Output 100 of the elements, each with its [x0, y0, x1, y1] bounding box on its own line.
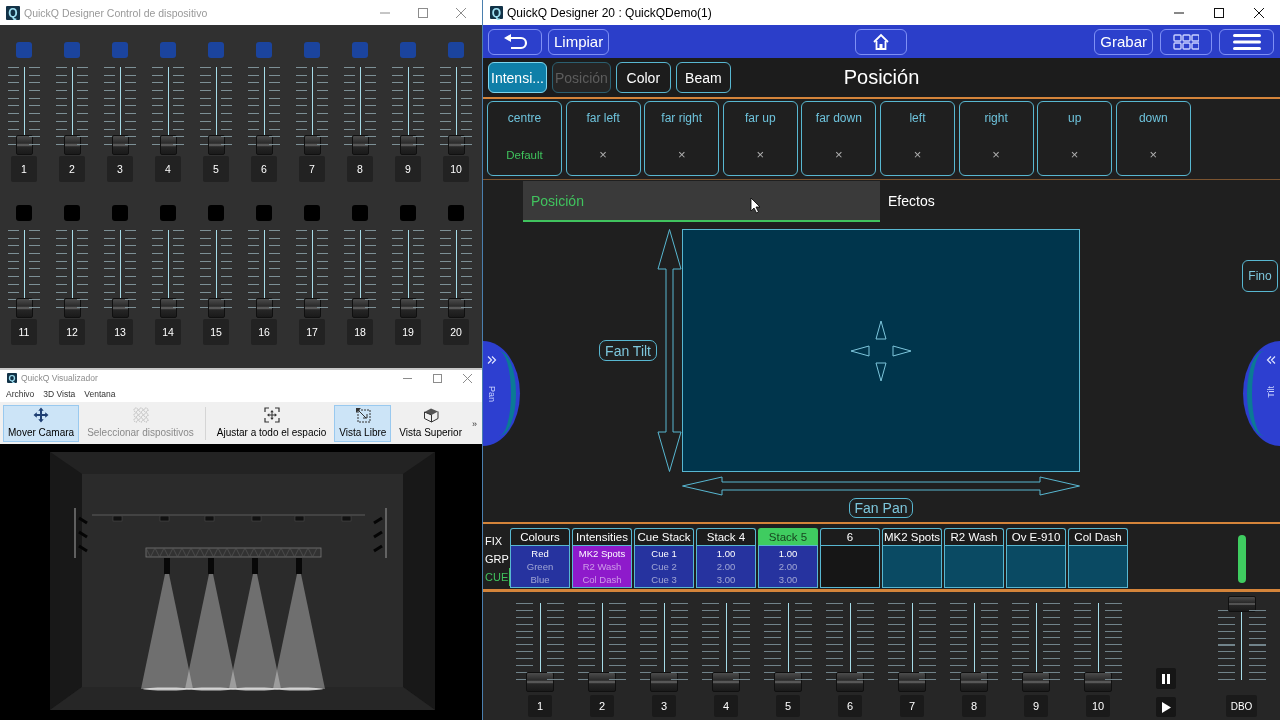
slot-title[interactable]: Stack 4 [696, 528, 756, 545]
preset-button[interactable]: right × [958, 101, 1034, 176]
slot-body[interactable] [1068, 545, 1128, 588]
fader-number: 2 [590, 695, 614, 717]
slot-body[interactable] [882, 545, 942, 588]
fader-thumb[interactable] [960, 672, 988, 692]
slot-body[interactable]: 1.00 2.00 3.00 [696, 545, 756, 588]
fader-thumb[interactable] [351, 135, 369, 155]
fader-thumb[interactable] [63, 298, 81, 318]
slot-title[interactable]: Col Dash [1068, 528, 1128, 545]
fader-thumb[interactable] [399, 298, 417, 318]
preset-button[interactable]: down × [1115, 101, 1191, 176]
slot-title[interactable]: Intensities [572, 528, 632, 545]
section-tab[interactable]: Efectos [880, 181, 1237, 222]
slot-title[interactable]: 6 [820, 528, 880, 545]
grid-button[interactable] [1160, 28, 1212, 55]
menu-item[interactable]: Archivo [6, 389, 35, 399]
slot-body[interactable]: Red Green Blue [510, 545, 570, 588]
fader-thumb[interactable] [303, 135, 321, 155]
maximize-icon[interactable] [1214, 7, 1224, 18]
slot-title[interactable]: Ov E-910 [1006, 528, 1066, 545]
slot-title[interactable]: Cue Stack [634, 528, 694, 545]
toolbar-button[interactable]: Vista Libre [334, 405, 392, 442]
fader-thumb[interactable] [303, 298, 321, 318]
toolbar-button[interactable]: Grabar [1094, 28, 1153, 55]
preset-button[interactable]: far left × [565, 101, 641, 176]
vertical-arrow-icon [657, 229, 682, 472]
preset-button[interactable]: left × [879, 101, 955, 176]
fader-thumb[interactable] [526, 672, 554, 692]
fader-thumb[interactable] [1227, 596, 1256, 612]
slot-body[interactable]: Cue 1 Cue 2 Cue 3 [634, 545, 694, 588]
fader-thumb[interactable] [898, 672, 926, 692]
fader-number: 6 [838, 695, 862, 717]
toolbar-button[interactable]: Vista Superior [394, 405, 467, 442]
slot-title[interactable]: Stack 5 [758, 528, 818, 545]
preset-button[interactable]: far up × [722, 101, 798, 176]
slot-title[interactable]: MK2 Spots [882, 528, 942, 545]
fader-thumb[interactable] [15, 298, 33, 318]
fader-thumb[interactable] [255, 298, 273, 318]
fader-thumb[interactable] [1022, 672, 1050, 692]
menu-item[interactable]: Ventana [84, 389, 116, 399]
slot-body[interactable]: MK2 Spots R2 Wash Col Dash [572, 545, 632, 588]
slot-title[interactable]: Colours [510, 528, 570, 545]
fader-thumb[interactable] [63, 135, 81, 155]
fan-tilt-button[interactable]: Fan Tilt [599, 340, 657, 361]
fader-thumb[interactable] [255, 135, 273, 155]
slot-body[interactable] [944, 545, 1004, 588]
menu-item[interactable]: 3D Vista [43, 389, 76, 399]
fader-number: 3 [652, 695, 676, 717]
toolbar-button[interactable]: Limpiar [548, 28, 610, 55]
fader-thumb[interactable] [159, 298, 177, 318]
feature-tab[interactable]: Beam [675, 62, 731, 93]
slot-body[interactable] [820, 545, 880, 588]
mode-tab[interactable]: GRP [485, 550, 510, 568]
fader-thumb[interactable] [836, 672, 864, 692]
tilt-wheel[interactable]: Tilt [1243, 341, 1280, 446]
fader-thumb[interactable] [447, 298, 465, 318]
fader-thumb[interactable] [351, 298, 369, 318]
slot-body[interactable]: 1.00 2.00 3.00 [758, 545, 818, 588]
fader-thumb[interactable] [447, 135, 465, 155]
preset-button[interactable]: centre Default [487, 101, 562, 176]
fader-thumb[interactable] [774, 672, 802, 692]
preset-value: Default [506, 148, 543, 162]
fader-thumb[interactable] [588, 672, 616, 692]
toolbar-button[interactable]: Ajustar a todo el espacio [211, 405, 332, 442]
close-icon[interactable] [1254, 7, 1264, 18]
channel-number: 9 [395, 156, 421, 182]
fine-button[interactable]: Fino [1242, 260, 1278, 292]
fader-thumb[interactable] [207, 135, 225, 155]
pan-wheel[interactable]: Pan [483, 341, 520, 446]
pause-button[interactable] [1156, 668, 1176, 689]
home-button[interactable] [855, 28, 907, 55]
pause-icon [1162, 673, 1170, 684]
preset-button[interactable]: far down × [801, 101, 877, 176]
fader-thumb[interactable] [159, 135, 177, 155]
back-button[interactable] [488, 28, 542, 55]
fader-thumb[interactable] [712, 672, 740, 692]
mode-tab[interactable]: FIX [485, 532, 504, 550]
menu-button[interactable] [1219, 28, 1274, 55]
fader-thumb[interactable] [399, 135, 417, 155]
overflow-button[interactable]: » [470, 418, 479, 429]
channel-number: 5 [203, 156, 229, 182]
slot-line: 2.00 [716, 560, 736, 573]
channel-number: 4 [155, 156, 181, 182]
fader-thumb[interactable] [15, 135, 33, 155]
preset-button[interactable]: up × [1037, 101, 1113, 176]
preset-button[interactable]: far right × [644, 101, 720, 176]
feature-tab[interactable]: Intensi... [488, 62, 547, 93]
section-tab[interactable]: Posición [523, 181, 880, 222]
toolbar-button[interactable]: Mover Camara [3, 405, 80, 442]
fader-thumb[interactable] [111, 298, 129, 318]
slot-body[interactable] [1006, 545, 1066, 588]
fader-thumb[interactable] [207, 298, 225, 318]
fan-pan-button[interactable]: Fan Pan [848, 498, 914, 518]
fader-thumb[interactable] [111, 135, 129, 155]
fader-thumb[interactable] [1084, 672, 1112, 692]
play-button[interactable] [1156, 697, 1176, 717]
feature-tab[interactable]: Color [615, 62, 671, 93]
fader-thumb[interactable] [650, 672, 678, 692]
slot-title[interactable]: R2 Wash [944, 528, 1004, 545]
